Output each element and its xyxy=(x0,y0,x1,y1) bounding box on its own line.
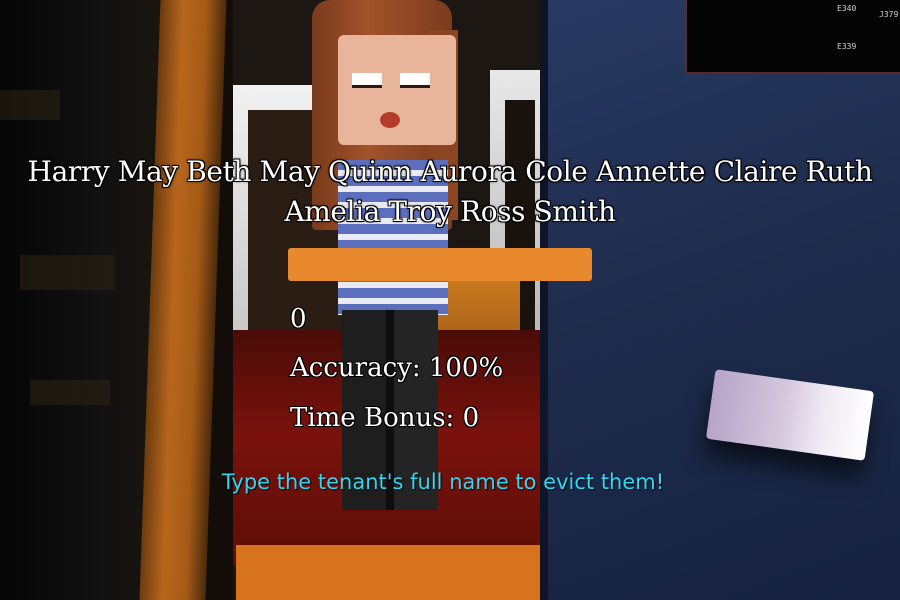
board-label: E339 xyxy=(837,42,857,51)
instruction-text: Type the tenant's full name to evict the… xyxy=(221,470,665,494)
score-value: 0 xyxy=(290,304,307,334)
time-progress-bar xyxy=(288,248,592,281)
game-scene: E340 J379 E339 xyxy=(0,0,900,600)
accuracy-label: Accuracy: 100% xyxy=(290,353,504,383)
room-number-board: E340 J379 E339 xyxy=(685,0,900,74)
doorstep xyxy=(236,545,556,600)
time-bonus-label: Time Bonus: 0 xyxy=(290,403,480,433)
tenant-name-prompt: Harry May Beth May Quinn Aurora Cole Ann… xyxy=(27,155,873,228)
tenant-eye-right xyxy=(400,73,430,88)
tenant-eye-left xyxy=(352,73,382,88)
time-progress-fill xyxy=(288,248,592,281)
tenant-mouth xyxy=(380,112,400,128)
blue-door xyxy=(548,0,900,600)
board-label: E340 xyxy=(837,4,857,13)
board-label: J379 xyxy=(879,10,899,19)
dark-hallway xyxy=(0,0,160,600)
tenant-face xyxy=(338,35,456,145)
